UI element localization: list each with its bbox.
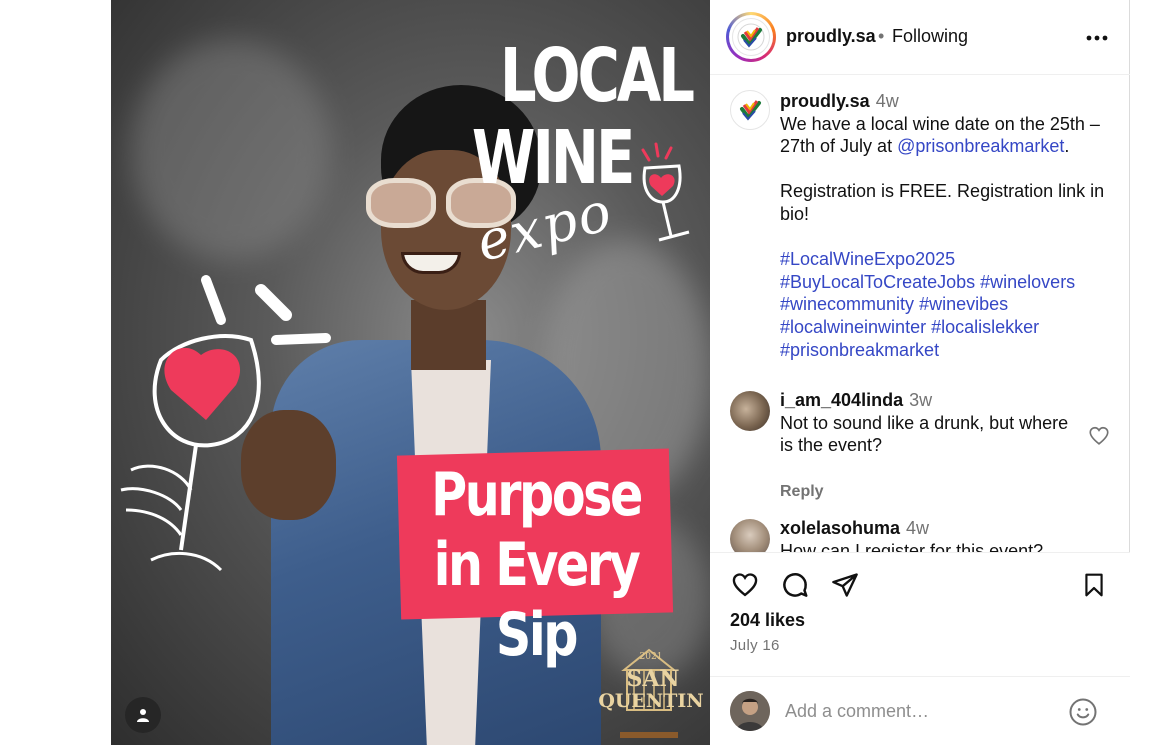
post-image[interactable]: LOCAL WINE expo Purpose in Every Sip 202… — [111, 0, 710, 745]
user-photo-icon — [730, 691, 770, 731]
save-button[interactable] — [1078, 569, 1110, 601]
author-avatar[interactable] — [726, 12, 776, 62]
commenter-username[interactable]: xolelasohuma — [780, 518, 900, 538]
caption-time[interactable]: 4w — [876, 91, 899, 111]
person-neck — [411, 300, 486, 370]
comment-time[interactable]: 4w — [906, 518, 929, 538]
caption-text-1-end: . — [1064, 136, 1070, 157]
share-button[interactable] — [829, 569, 861, 601]
comment-reply-button[interactable]: Reply — [780, 483, 824, 501]
comment-bubble-icon — [783, 573, 808, 597]
post-side-panel: proudly.sa • Following proudly.sa 4w We h… — [710, 0, 1130, 745]
comment-body: xolelasohuma 4w How can I register for th… — [780, 517, 1080, 552]
background-crowd-left — [131, 40, 331, 260]
more-options-button[interactable] — [1082, 24, 1112, 52]
add-comment-input[interactable] — [785, 697, 1055, 725]
post-header: proudly.sa • Following — [710, 0, 1130, 75]
emoji-button[interactable] — [1068, 697, 1100, 729]
hashtag-link[interactable]: #winecommunity — [780, 294, 914, 314]
post-actions-section: 204 likes July 16 — [710, 552, 1130, 745]
image-banner-text: Purpose in Every Sip — [431, 460, 643, 670]
logo-year: 2021 — [639, 652, 663, 662]
comments-scroll-area[interactable]: proudly.sa 4w We have a local wine date o… — [710, 76, 1130, 552]
hashtag-link[interactable]: #prisonbreakmarket — [780, 340, 939, 360]
comment-text: How can I register for this event? — [780, 540, 1044, 552]
following-button[interactable]: Following — [892, 26, 968, 47]
heart-outline-icon — [1089, 426, 1109, 445]
comment-body: i_am_404linda 3w Not to sound like a drun… — [780, 389, 1080, 457]
heart-outline-icon — [732, 573, 758, 597]
add-comment-row — [710, 676, 1130, 746]
hashtag-link[interactable]: #winevibes — [919, 294, 1008, 314]
caption-text-2: Registration is FREE. Registration link … — [780, 181, 1105, 224]
hashtag-link[interactable]: #LocalWineExpo2025 — [780, 249, 955, 269]
bookmark-icon — [1085, 573, 1103, 597]
commenter-avatar[interactable] — [730, 391, 770, 431]
comment-text: Not to sound like a drunk, but where is … — [780, 412, 1069, 456]
hashtag-link[interactable]: #BuyLocalToCreateJobs — [780, 272, 975, 292]
caption-mention-link[interactable]: @prisonbreakmarket — [897, 136, 1064, 156]
commenter-avatar[interactable] — [730, 519, 770, 552]
paper-plane-icon — [832, 573, 858, 597]
hashtag-link[interactable]: #localislekker — [931, 317, 1039, 337]
comment-time[interactable]: 3w — [909, 390, 932, 410]
logo-quentin: QUENTIN — [598, 690, 704, 712]
hashtag-link[interactable]: #localwineinwinter — [780, 317, 926, 337]
image-title-local: LOCAL — [499, 33, 695, 119]
author-username[interactable]: proudly.sa — [786, 26, 876, 47]
more-horizontal-icon — [1086, 35, 1108, 41]
caption-author-avatar[interactable] — [730, 90, 770, 130]
hashtag-link[interactable]: #winelovers — [980, 272, 1075, 292]
current-user-avatar[interactable] — [730, 691, 770, 731]
comment-button[interactable] — [779, 569, 811, 601]
proudly-sa-logo-icon — [740, 100, 761, 121]
tagged-people-button[interactable] — [125, 697, 161, 733]
header-separator: • — [878, 26, 885, 46]
comment-like-button[interactable] — [1088, 425, 1110, 447]
likes-count[interactable]: 204 likes — [730, 610, 805, 631]
caption-username[interactable]: proudly.sa — [780, 91, 870, 111]
wine-glass-illustration — [120, 275, 331, 572]
smiley-face-icon — [1069, 698, 1097, 726]
small-wine-glass-illustration — [641, 142, 690, 242]
post-date[interactable]: July 16 — [730, 637, 780, 654]
like-button[interactable] — [729, 569, 761, 601]
person-icon — [137, 709, 149, 722]
commenter-username[interactable]: i_am_404linda — [780, 390, 903, 410]
logo-san: SAN — [626, 666, 680, 692]
post-caption: proudly.sa 4w We have a local wine date o… — [780, 90, 1115, 361]
proudly-sa-logo-icon — [737, 23, 765, 51]
